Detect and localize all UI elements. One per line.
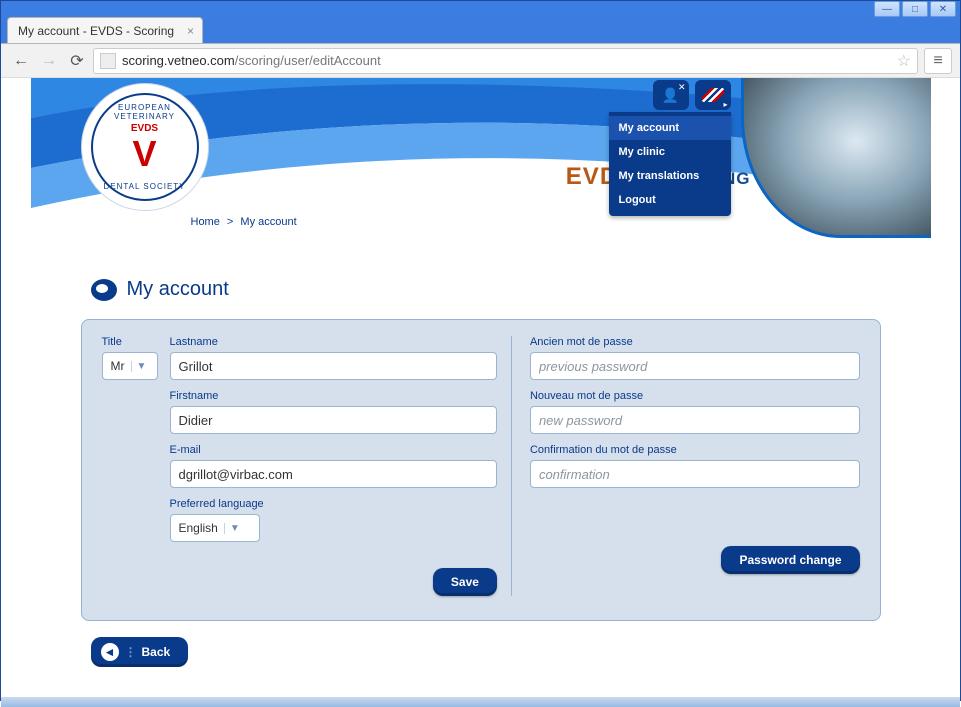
new-password-label: Nouveau mot de passe (530, 390, 860, 402)
footer-bar (1, 697, 960, 707)
url-path: /scoring/user/editAccount (235, 53, 381, 68)
breadcrumb: Home > My account (191, 216, 297, 228)
back-button[interactable]: ◄ ⋮ Back (91, 637, 189, 667)
title-select[interactable]: Mr ▼ (102, 352, 158, 380)
browser-inner: ← → ⟳ scoring.vetneo.com/scoring/user/ed… (1, 43, 960, 707)
browser-tab[interactable]: My account - EVDS - Scoring × (7, 17, 203, 43)
logo-v-icon: V (93, 133, 197, 175)
close-tab-icon[interactable]: × (187, 24, 194, 38)
language-value: English (179, 521, 218, 535)
section-title: My account (127, 278, 229, 301)
browser-toolbar: ← → ⟳ scoring.vetneo.com/scoring/user/ed… (1, 44, 960, 78)
back-nav-icon[interactable]: ← (9, 49, 33, 73)
tab-title: My account - EVDS - Scoring (18, 24, 174, 38)
user-dropdown: My account My clinic My translations Log… (609, 112, 731, 216)
lastname-label: Lastname (170, 336, 497, 348)
back-label: Back (142, 645, 171, 659)
menu-item-my-account[interactable]: My account (609, 116, 731, 140)
password-change-button[interactable]: Password change (721, 546, 859, 574)
old-password-label: Ancien mot de passe (530, 336, 860, 348)
page-viewport: EUROPEAN VETERINARY EVDS V DENTAL SOCIET… (1, 78, 960, 707)
logo[interactable]: EUROPEAN VETERINARY EVDS V DENTAL SOCIET… (81, 83, 209, 211)
language-label: Preferred language (170, 498, 264, 510)
email-label: E-mail (170, 444, 497, 456)
minimize-button[interactable]: — (874, 1, 900, 17)
uk-flag-icon (702, 88, 724, 102)
chevron-down-icon: ▼ (224, 523, 240, 534)
section-header: My account (91, 278, 931, 301)
header-icons: 👤✕ ▸ (647, 80, 731, 110)
menu-item-my-translations[interactable]: My translations (609, 164, 731, 188)
firstname-input[interactable] (170, 406, 497, 434)
url-host: scoring.vetneo.com (122, 53, 235, 68)
confirm-password-label: Confirmation du mot de passe (530, 444, 860, 456)
lastname-input[interactable] (170, 352, 497, 380)
title-label: Title (102, 336, 158, 348)
save-button[interactable]: Save (433, 568, 497, 596)
menu-item-my-clinic[interactable]: My clinic (609, 140, 731, 164)
tab-strip: My account - EVDS - Scoring × (1, 17, 960, 43)
page-icon (100, 53, 116, 69)
breadcrumb-home[interactable]: Home (191, 216, 220, 228)
language-button[interactable]: ▸ (695, 80, 731, 110)
forward-nav-icon[interactable]: → (37, 49, 61, 73)
account-panel: Title Mr ▼ Lastname (81, 319, 881, 621)
back-dots-icon: ⋮ (125, 645, 136, 659)
page-header: EUROPEAN VETERINARY EVDS V DENTAL SOCIET… (31, 78, 931, 238)
bookmark-star-icon[interactable]: ☆ (897, 51, 911, 71)
maximize-button[interactable]: □ (902, 1, 928, 17)
browser-window: — □ ✕ My account - EVDS - Scoring × ← → … (0, 0, 961, 701)
chrome-menu-icon[interactable]: ≡ (924, 48, 952, 74)
logo-bottom-text: DENTAL SOCIETY (93, 182, 197, 191)
new-password-input[interactable] (530, 406, 860, 434)
address-bar[interactable]: scoring.vetneo.com/scoring/user/editAcco… (93, 48, 918, 74)
close-window-button[interactable]: ✕ (930, 1, 956, 17)
user-menu-button[interactable]: 👤✕ (653, 80, 689, 110)
breadcrumb-sep: > (227, 216, 233, 228)
window-controls: — □ ✕ (1, 1, 960, 17)
account-form: Title Mr ▼ Lastname (102, 336, 511, 596)
back-arrow-icon: ◄ (101, 643, 119, 661)
menu-item-logout[interactable]: Logout (609, 188, 731, 212)
section-icon (91, 279, 117, 301)
title-value: Mr (111, 359, 125, 373)
reload-icon[interactable]: ⟳ (65, 49, 89, 73)
language-select[interactable]: English ▼ (170, 514, 260, 542)
old-password-input[interactable] (530, 352, 860, 380)
breadcrumb-current: My account (240, 216, 296, 228)
email-input[interactable] (170, 460, 497, 488)
chevron-down-icon: ▼ (131, 361, 147, 372)
logo-top-text: EUROPEAN VETERINARY (93, 103, 197, 121)
firstname-label: Firstname (170, 390, 497, 402)
confirm-password-input[interactable] (530, 460, 860, 488)
password-form: Ancien mot de passe Nouveau mot de passe… (511, 336, 860, 596)
